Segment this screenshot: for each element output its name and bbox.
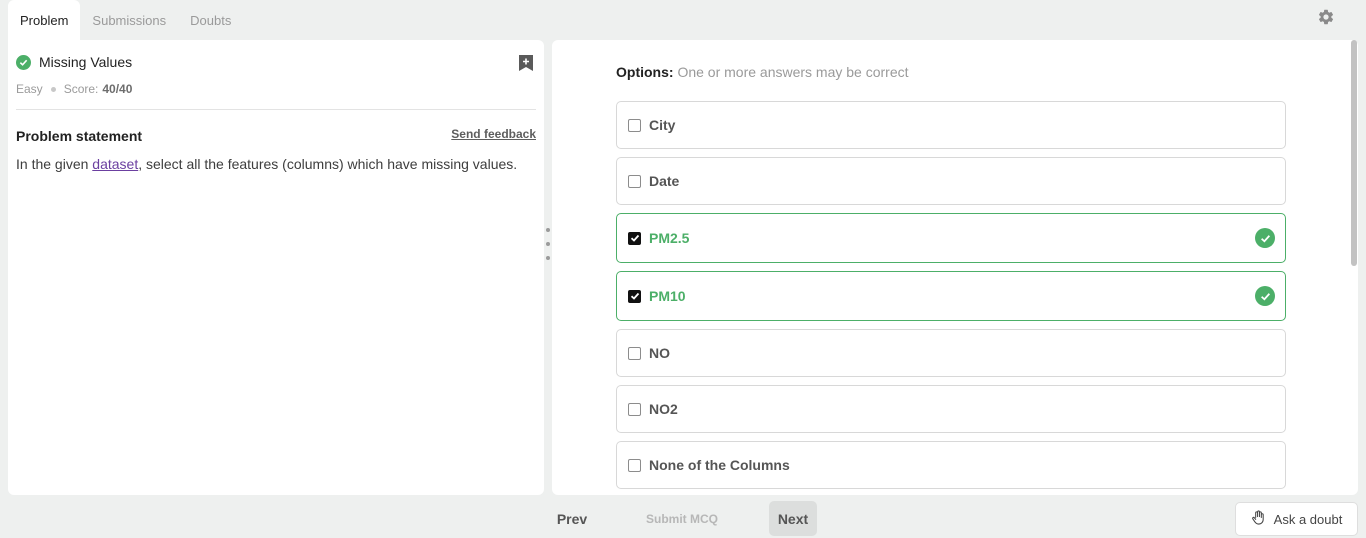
divider <box>16 109 536 110</box>
statement-text-after: , select all the features (columns) whic… <box>138 156 518 172</box>
panel-resize-handle[interactable] <box>545 228 551 260</box>
send-feedback-link[interactable]: Send feedback <box>451 127 536 141</box>
submit-mcq-button[interactable]: Submit MCQ <box>640 501 724 536</box>
bookmark-add-icon[interactable] <box>517 54 535 72</box>
option-pm25[interactable]: PM2.5 <box>616 213 1286 263</box>
option-label: PM10 <box>649 288 686 304</box>
option-label: NO <box>649 345 670 361</box>
problem-meta: Easy Score: 40/40 <box>16 82 132 96</box>
option-label: Date <box>649 173 680 189</box>
problem-panel: Missing Values Easy Score: 40/40 Problem… <box>8 40 544 495</box>
statement-text-before: In the given <box>16 156 93 172</box>
problem-title-row: Missing Values <box>16 54 132 70</box>
tab-submissions[interactable]: Submissions <box>80 0 178 40</box>
problem-statement: In the given dataset, select all the fea… <box>16 156 517 172</box>
checkbox[interactable] <box>628 174 641 188</box>
option-label: NO2 <box>649 401 678 417</box>
problem-statement-heading: Problem statement <box>16 128 143 144</box>
gear-icon[interactable] <box>1317 8 1335 26</box>
checkbox[interactable] <box>628 402 641 416</box>
tab-bar: Problem Submissions Doubts <box>8 0 243 40</box>
check-circle-icon <box>16 54 31 70</box>
options-panel: Options: One or more answers may be corr… <box>552 40 1358 495</box>
scrollbar-thumb[interactable] <box>1351 40 1357 266</box>
options-header: Options: One or more answers may be corr… <box>616 64 909 80</box>
ask-doubt-button[interactable]: Ask a doubt <box>1235 502 1358 536</box>
checkbox[interactable] <box>628 346 641 360</box>
problem-title: Missing Values <box>39 54 133 70</box>
hand-raise-icon <box>1251 510 1266 528</box>
correct-check-icon <box>1255 228 1275 248</box>
option-none-of-the-columns[interactable]: None of the Columns <box>616 441 1286 489</box>
options-hint: One or more answers may be correct <box>677 64 909 80</box>
option-city[interactable]: City <box>616 101 1286 149</box>
dataset-link[interactable]: dataset <box>92 156 138 172</box>
checkbox[interactable] <box>628 118 641 132</box>
options-label: Options: <box>616 64 674 80</box>
checkbox-checked[interactable] <box>628 231 641 245</box>
option-no[interactable]: NO <box>616 329 1286 377</box>
option-label: None of the Columns <box>649 457 790 473</box>
ask-doubt-label: Ask a doubt <box>1273 511 1343 527</box>
checkbox-checked[interactable] <box>628 289 641 303</box>
score-value: 40/40 <box>102 82 133 96</box>
option-pm10[interactable]: PM10 <box>616 271 1286 321</box>
handle-dot <box>546 256 550 260</box>
tab-doubts[interactable]: Doubts <box>178 0 243 40</box>
option-no2[interactable]: NO2 <box>616 385 1286 433</box>
handle-dot <box>546 242 550 246</box>
option-label: City <box>649 117 676 133</box>
prev-button[interactable]: Prev <box>548 501 596 536</box>
score-label: Score: <box>63 82 99 96</box>
option-date[interactable]: Date <box>616 157 1286 205</box>
option-label: PM2.5 <box>649 230 690 246</box>
handle-dot <box>546 228 550 232</box>
tab-problem[interactable]: Problem <box>8 0 81 40</box>
separator-dot <box>50 86 56 92</box>
difficulty-label: Easy <box>16 82 43 96</box>
correct-check-icon <box>1255 286 1275 306</box>
checkbox[interactable] <box>628 458 641 472</box>
next-button[interactable]: Next <box>769 501 817 536</box>
scrollbar[interactable] <box>1350 40 1358 495</box>
